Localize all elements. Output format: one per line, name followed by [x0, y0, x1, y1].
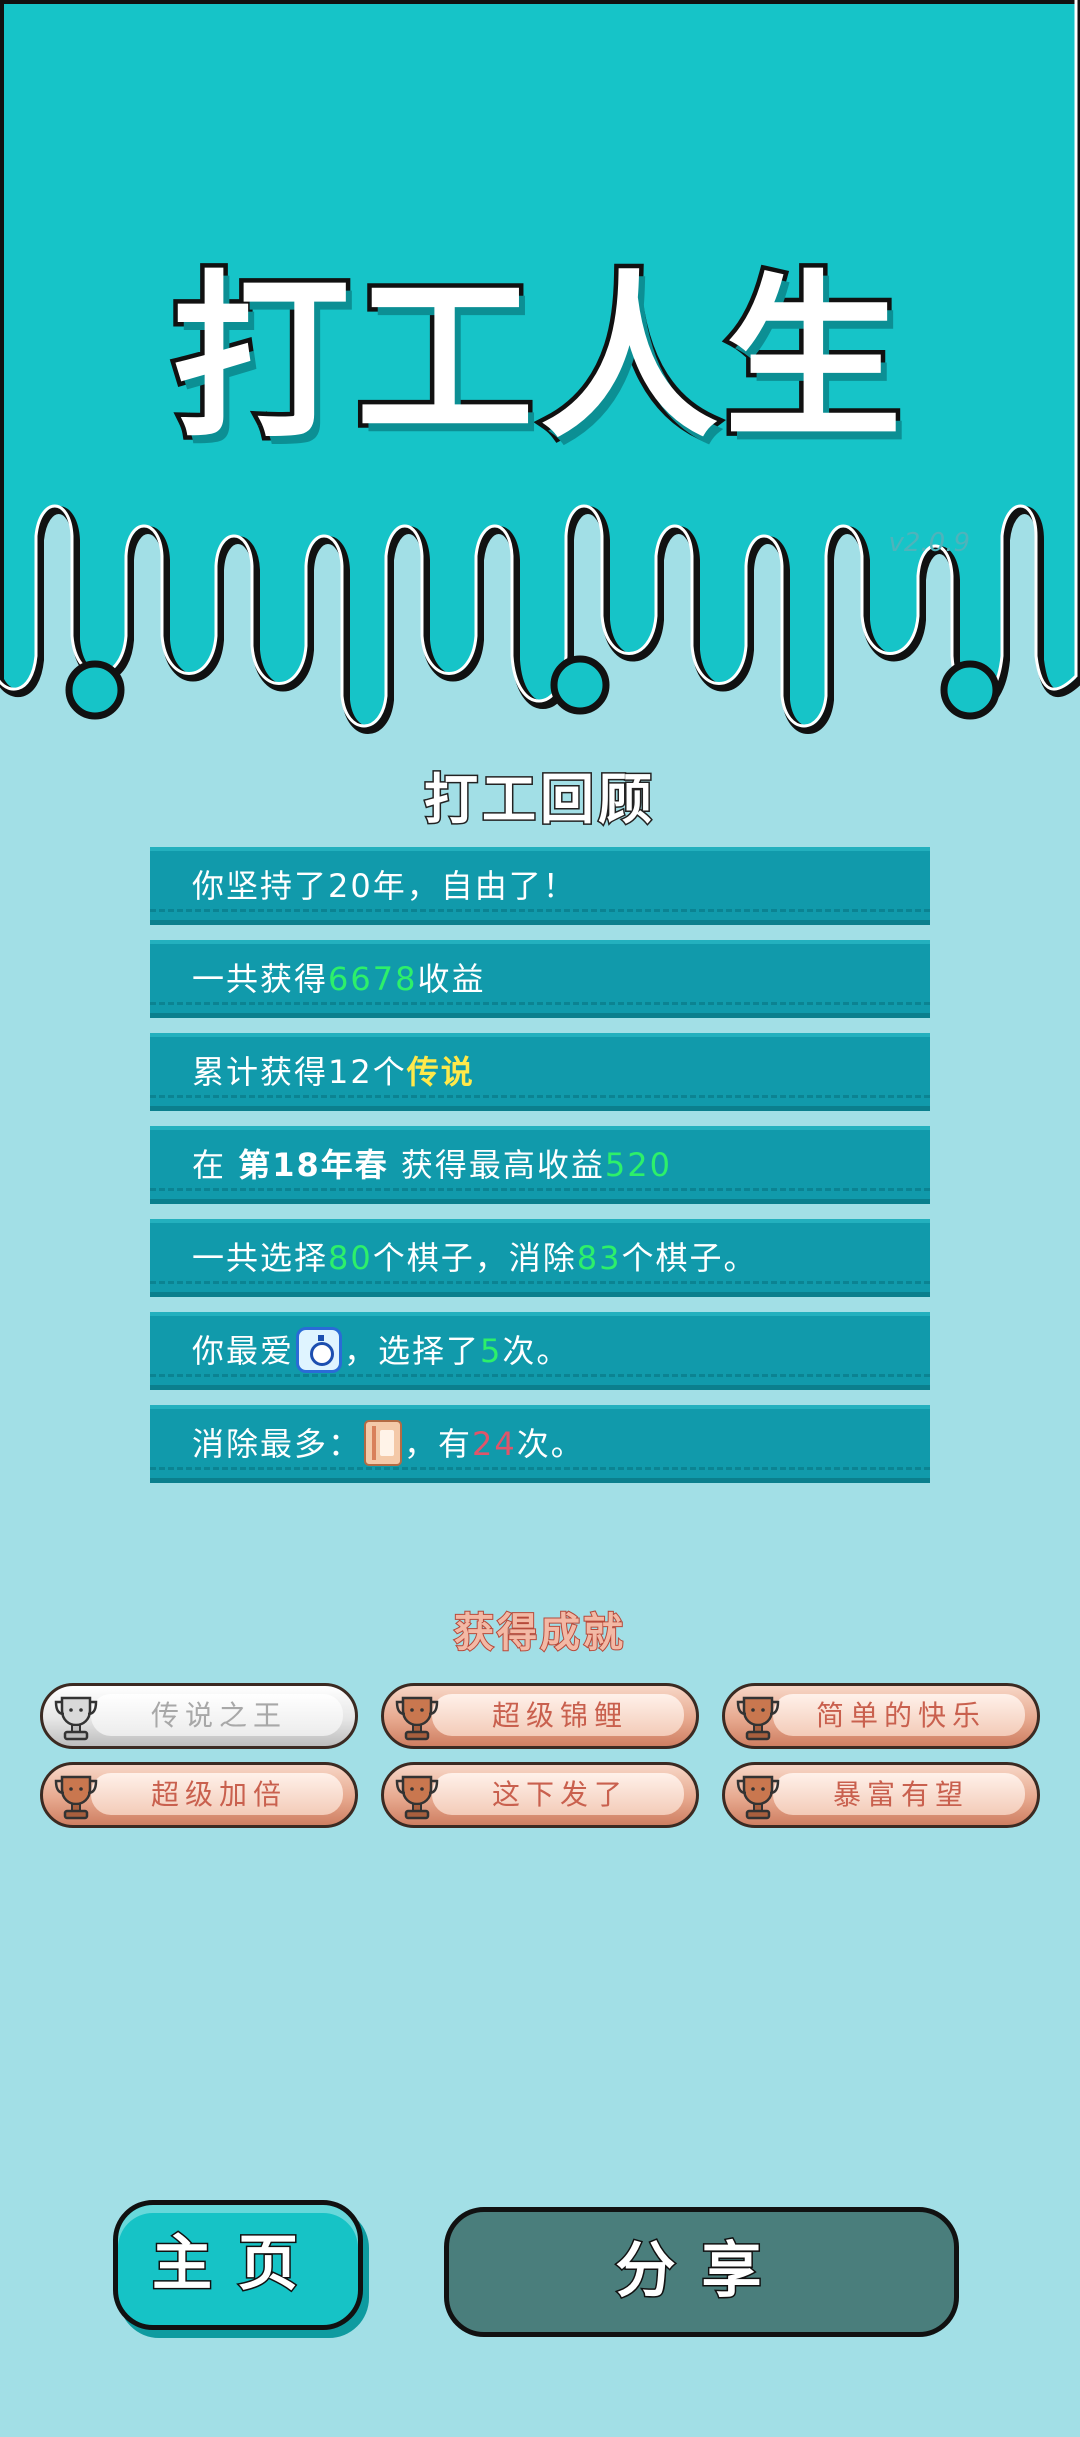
review-text: 次。	[516, 1425, 585, 1463]
header-banner: 打工人生 v2.0.9	[0, 0, 1080, 740]
income-value: 6678	[328, 960, 418, 998]
achievements-title: 获得成就	[453, 1609, 626, 1657]
review-text: 累计获得12个	[192, 1053, 407, 1091]
review-text: 收益	[417, 960, 486, 998]
review-title: 打工回顾	[423, 767, 656, 833]
best-season: 第18年春	[238, 1146, 389, 1184]
favorite-count: 5	[480, 1332, 503, 1370]
review-text: ，选择了	[344, 1332, 481, 1370]
game-title: 打工人生	[168, 255, 908, 462]
removed-count: 83	[576, 1239, 622, 1277]
achievement-label: 超级锦鲤	[491, 1699, 628, 1732]
review-text: 你最爱	[192, 1332, 295, 1370]
review-text: 你坚持了20年，自由了！	[192, 867, 577, 905]
review-text: ，有	[404, 1425, 473, 1463]
book-icon	[364, 1420, 403, 1466]
share-button[interactable]: 分享	[444, 2207, 959, 2337]
review-text: 一共获得	[192, 960, 329, 998]
review-row-best: 在 第18年春 获得最高收益520	[150, 1126, 930, 1204]
achievement-label: 简单的快乐	[815, 1699, 986, 1732]
review-row-legend: 累计获得12个传说	[150, 1033, 930, 1111]
stopwatch-icon	[296, 1327, 343, 1373]
legend-value: 传说	[406, 1053, 475, 1091]
home-button[interactable]: 主页	[113, 2200, 363, 2330]
review-row-years: 你坚持了20年，自由了！	[150, 847, 930, 925]
achievement-badge[interactable]: 传说之王	[40, 1683, 358, 1749]
review-row-favorite: 你最爱 ，选择了5次。	[150, 1312, 930, 1390]
review-text: 消除最多：	[192, 1425, 363, 1463]
achievement-badge[interactable]: 超级锦鲤	[381, 1683, 699, 1749]
review-text: 个棋子，消除	[372, 1239, 577, 1277]
review-text: 一共选择	[192, 1239, 329, 1277]
achievement-badge[interactable]: 简单的快乐	[722, 1683, 1040, 1749]
achievement-label: 暴富有望	[832, 1778, 969, 1811]
review-text: 获得最高收益	[400, 1146, 605, 1184]
selected-count: 80	[328, 1239, 373, 1277]
review-row-pieces: 一共选择80个棋子，消除83个棋子。	[150, 1219, 930, 1297]
achievement-label: 超级加倍	[150, 1778, 287, 1811]
achievement-label: 这下发了	[491, 1778, 628, 1811]
review-row-income: 一共获得6678收益	[150, 940, 930, 1018]
achievement-badge[interactable]: 超级加倍	[40, 1762, 358, 1828]
most-removed-count: 24	[472, 1425, 517, 1463]
review-text: 次。	[502, 1332, 571, 1370]
review-text: 个棋子。	[621, 1239, 758, 1277]
review-row-most-removed: 消除最多： ，有24次。	[150, 1405, 930, 1483]
achievement-label: 传说之王	[150, 1699, 287, 1732]
review-text: 在	[192, 1146, 227, 1184]
best-value: 520	[604, 1146, 672, 1184]
review-list: 你坚持了20年，自由了！ 一共获得6678收益 累计获得12个传说 在 第18年…	[150, 847, 930, 1498]
achievement-badge[interactable]: 暴富有望	[722, 1762, 1040, 1828]
achievement-grid: 传说之王 超级锦鲤 简单的快乐 超级加倍 这下发了 暴富有望	[40, 1683, 1040, 1828]
achievement-badge[interactable]: 这下发了	[381, 1762, 699, 1828]
version-label: v2.0.9	[888, 528, 970, 558]
